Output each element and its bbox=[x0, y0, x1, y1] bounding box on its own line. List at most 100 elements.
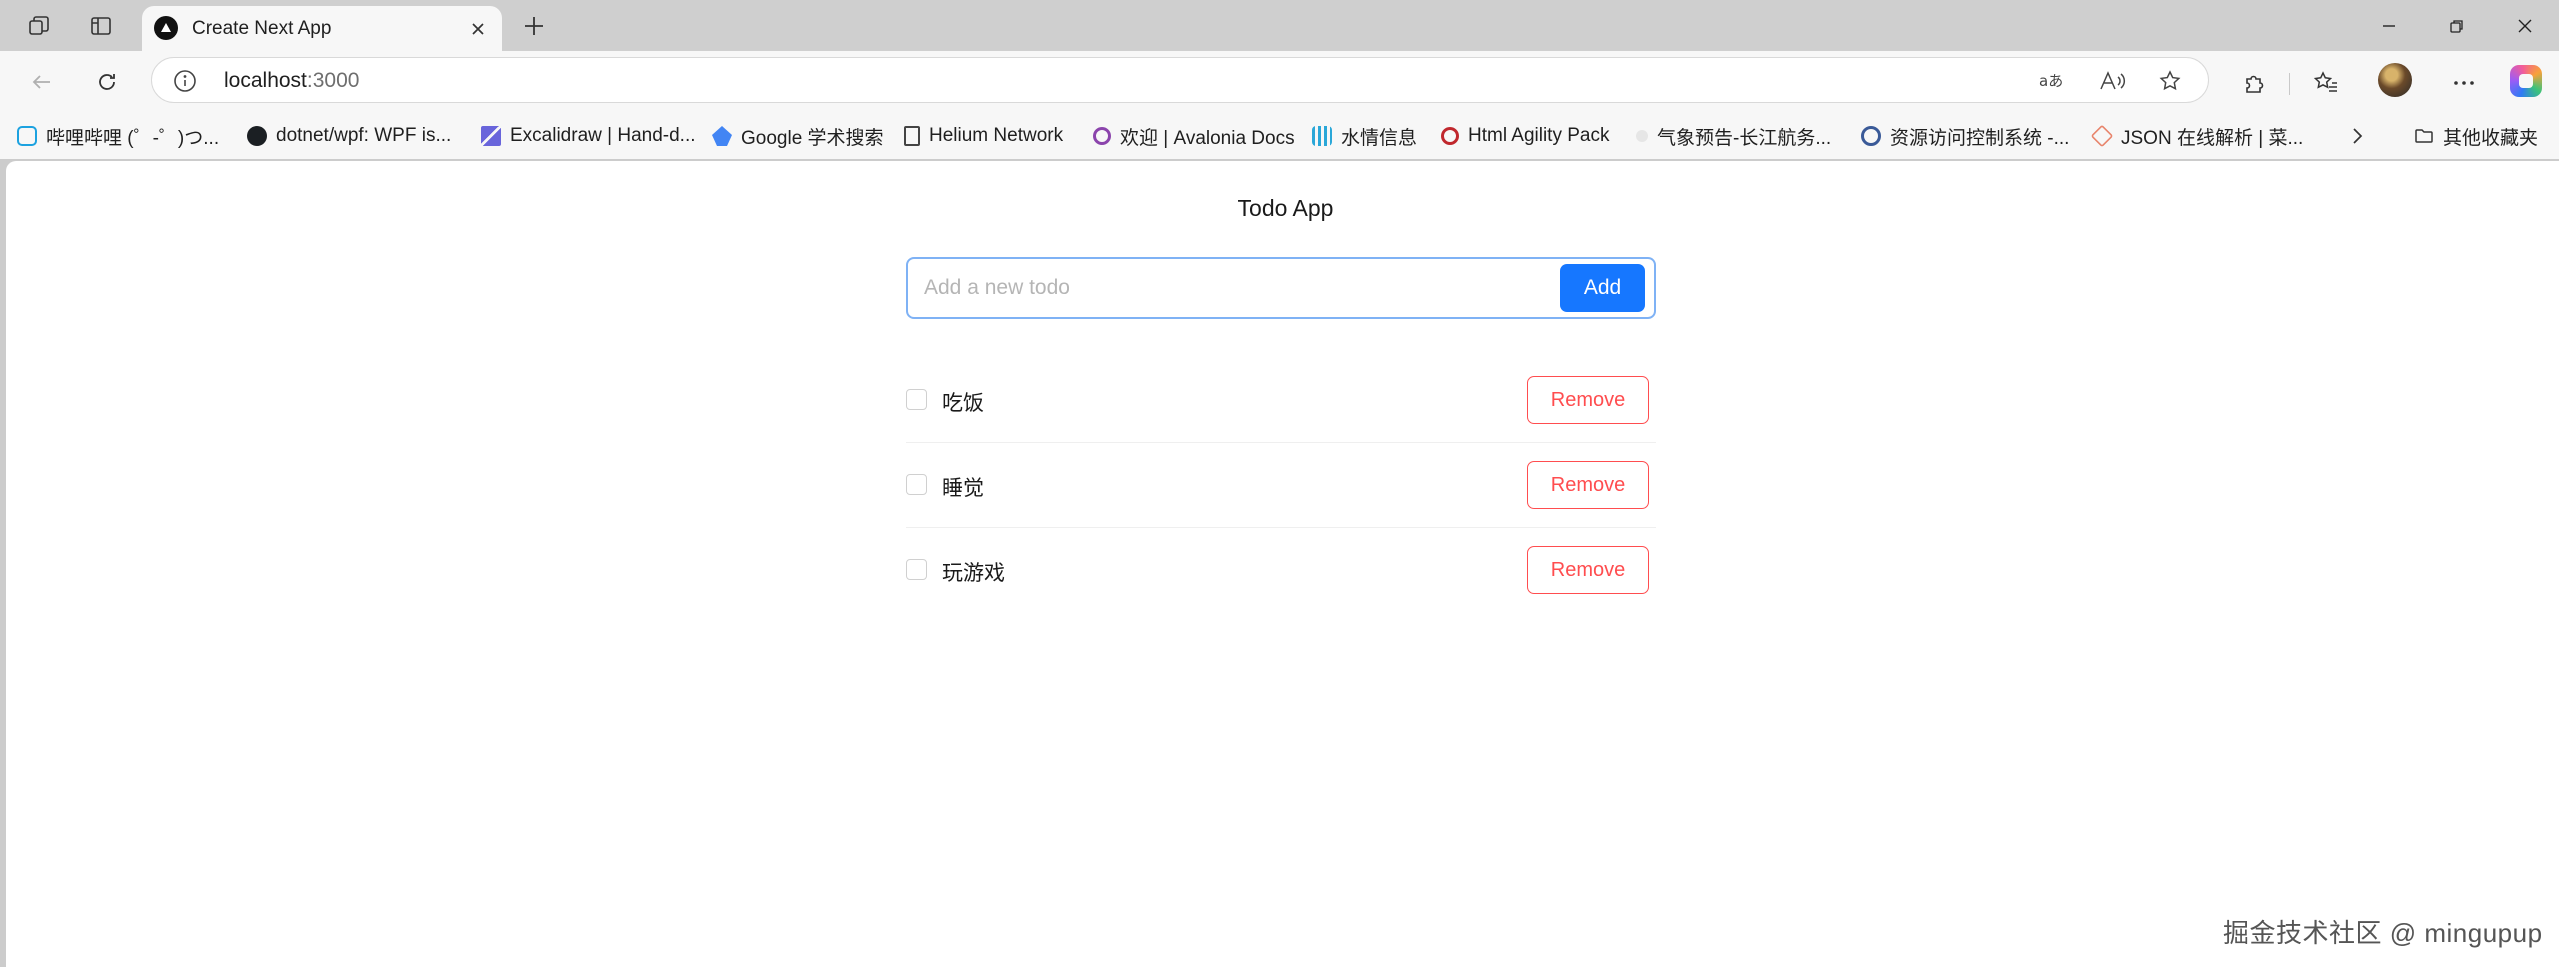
google-scholar-icon bbox=[712, 126, 732, 146]
bookmark-item[interactable]: Google 学术搜索 bbox=[712, 121, 884, 151]
copilot-icon[interactable] bbox=[2510, 65, 2542, 97]
access-control-icon bbox=[1861, 126, 1881, 146]
todo-text: 玩游戏 bbox=[942, 562, 1005, 585]
bookmark-item[interactable]: 资源访问控制系统 -... bbox=[1861, 121, 2069, 151]
bookmarks-bar: 哔哩哔哩 (゜-゜)つ... dotnet/wpf: WPF is... Exc… bbox=[0, 113, 2559, 159]
todo-checkbox[interactable] bbox=[906, 559, 927, 580]
chevron-right-icon bbox=[2353, 128, 2363, 144]
close-window-button[interactable] bbox=[2491, 0, 2559, 51]
bookmark-label: dotnet/wpf: WPF is... bbox=[276, 125, 452, 146]
bookmark-label: JSON 在线解析 | 菜... bbox=[2121, 127, 2304, 149]
bookmark-item[interactable]: Excalidraw | Hand-d... bbox=[481, 121, 696, 151]
github-icon bbox=[247, 126, 267, 146]
bookmark-label: 欢迎 | Avalonia Docs bbox=[1120, 127, 1295, 149]
todo-checkbox[interactable] bbox=[906, 474, 927, 495]
bookmark-label: 气象预告-长江航务... bbox=[1657, 127, 1832, 149]
url-text: localhost:3000 bbox=[224, 69, 359, 93]
add-button[interactable]: Add bbox=[1560, 264, 1645, 312]
other-bookmarks-folder[interactable]: 其他收藏夹 bbox=[2414, 121, 2538, 151]
puzzle-icon bbox=[2246, 75, 2264, 93]
todo-input[interactable] bbox=[910, 261, 1510, 315]
tab-active[interactable]: Create Next App bbox=[142, 6, 502, 51]
todo-text: 睡觉 bbox=[942, 477, 984, 500]
todo-item: 玩游戏 Remove bbox=[906, 528, 1656, 613]
page-viewport: Todo App Add 吃饭 Remove 睡觉 Remove 玩游戏 Rem… bbox=[6, 161, 2559, 967]
address-bar[interactable]: localhost:3000 aあ bbox=[151, 57, 2209, 103]
excalidraw-icon bbox=[481, 126, 501, 146]
favorite-star-button[interactable] bbox=[2155, 66, 2185, 96]
runoob-icon bbox=[2090, 124, 2114, 148]
tab-actions-button[interactable] bbox=[70, 9, 132, 43]
bookmark-label: 水情信息 bbox=[1341, 127, 1418, 149]
extensions-button[interactable] bbox=[2238, 67, 2270, 99]
read-aloud-icon bbox=[2100, 71, 2126, 90]
profile-avatar[interactable] bbox=[2378, 63, 2412, 97]
bookmark-item[interactable]: 气象预告-长江航务... bbox=[1636, 121, 1831, 151]
bookmark-label: 哔哩哔哩 (゜-゜)つ... bbox=[46, 127, 220, 149]
todo-checkbox[interactable] bbox=[906, 389, 927, 410]
back-button[interactable] bbox=[22, 63, 62, 101]
avalonia-icon bbox=[1093, 127, 1111, 145]
htmlagilitypack-icon bbox=[1441, 127, 1459, 145]
bookmark-item[interactable]: 欢迎 | Avalonia Docs bbox=[1093, 121, 1295, 151]
weather-icon bbox=[1636, 130, 1648, 142]
more-dots-icon bbox=[2454, 81, 2474, 85]
remove-button[interactable]: Remove bbox=[1527, 376, 1649, 424]
todo-item: 吃饭 Remove bbox=[906, 358, 1656, 443]
back-arrow-icon bbox=[32, 75, 50, 89]
minimize-icon bbox=[2383, 24, 2395, 27]
translate-icon: aあ bbox=[2039, 72, 2063, 90]
bookmark-item[interactable]: Html Agility Pack bbox=[1441, 121, 1609, 151]
watermark: 掘金技术社区 @ mingupup bbox=[2223, 918, 2543, 948]
site-info-icon[interactable] bbox=[172, 68, 198, 94]
toolbar-divider bbox=[2289, 73, 2290, 95]
favorites-button[interactable] bbox=[2310, 67, 2342, 99]
add-todo-form: Add bbox=[906, 257, 1656, 319]
settings-more-button[interactable] bbox=[2448, 67, 2480, 99]
bookmark-label: Excalidraw | Hand-d... bbox=[510, 125, 696, 146]
bookmark-item[interactable]: 哔哩哔哩 (゜-゜)つ... bbox=[17, 121, 219, 151]
tab-close-button[interactable] bbox=[464, 15, 492, 43]
page-icon bbox=[904, 126, 920, 146]
translate-button[interactable]: aあ bbox=[2037, 66, 2067, 96]
refresh-button[interactable] bbox=[87, 63, 127, 101]
folder-icon bbox=[2415, 129, 2433, 143]
star-icon bbox=[2159, 70, 2181, 91]
remove-button[interactable]: Remove bbox=[1527, 546, 1649, 594]
tab-title: Create Next App bbox=[192, 18, 332, 39]
url-host: localhost bbox=[224, 69, 307, 92]
bookmark-label: 资源访问控制系统 -... bbox=[1890, 127, 2070, 149]
bookmark-label: Helium Network bbox=[929, 125, 1064, 146]
bookmark-item[interactable]: Helium Network bbox=[904, 121, 1063, 151]
url-port: :3000 bbox=[306, 69, 360, 92]
close-icon bbox=[472, 23, 484, 35]
plus-icon bbox=[525, 17, 543, 35]
bookmarks-overflow-button[interactable] bbox=[2348, 121, 2366, 151]
water-info-icon bbox=[1312, 126, 1332, 146]
page-title: Todo App bbox=[1237, 195, 1334, 221]
new-tab-button[interactable] bbox=[516, 9, 552, 43]
vertical-tabs-icon bbox=[91, 17, 111, 35]
bookmark-item[interactable]: dotnet/wpf: WPF is... bbox=[247, 121, 451, 151]
read-aloud-button[interactable] bbox=[2097, 66, 2127, 96]
restore-button[interactable] bbox=[2423, 0, 2491, 51]
close-icon bbox=[2518, 19, 2532, 32]
todo-text: 吃饭 bbox=[942, 392, 984, 415]
toolbar: localhost:3000 aあ bbox=[0, 51, 2559, 113]
restore-icon bbox=[2450, 19, 2463, 33]
svg-text:aあ: aあ bbox=[2039, 72, 2063, 90]
workspaces-button[interactable] bbox=[8, 9, 70, 43]
todo-item: 睡觉 Remove bbox=[906, 443, 1656, 528]
remove-button[interactable]: Remove bbox=[1527, 461, 1649, 509]
bookmark-item[interactable]: 水情信息 bbox=[1312, 121, 1417, 151]
tab-strip: Create Next App bbox=[0, 0, 2559, 51]
bookmark-label: Google 学术搜索 bbox=[741, 127, 884, 149]
favorites-icon bbox=[2313, 71, 2337, 92]
refresh-icon bbox=[99, 74, 115, 90]
nextjs-favicon-icon bbox=[154, 16, 178, 40]
other-bookmarks-label: 其他收藏夹 bbox=[2443, 127, 2539, 149]
workspaces-icon bbox=[29, 16, 49, 35]
bookmark-item[interactable]: JSON 在线解析 | 菜... bbox=[2090, 121, 2304, 151]
minimize-button[interactable] bbox=[2355, 0, 2423, 51]
bilibili-icon bbox=[17, 126, 37, 146]
